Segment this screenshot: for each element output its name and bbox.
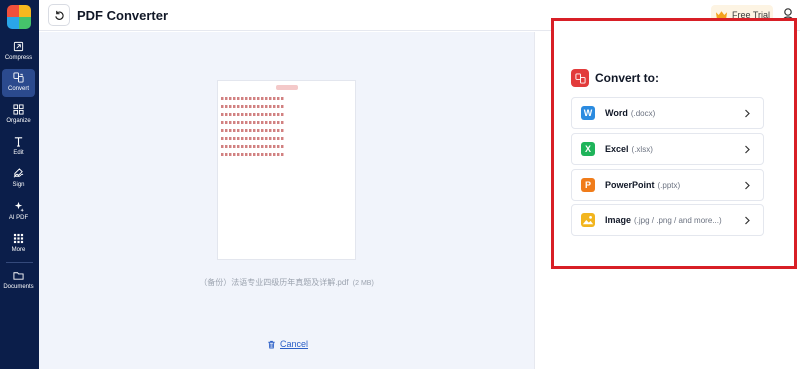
thumbnail-line (221, 137, 285, 140)
convert-option-excel[interactable]: X Excel (.xlsx) (571, 133, 764, 165)
thumbnail-line (221, 113, 285, 116)
convert-heading: Convert to: (571, 69, 659, 87)
option-extension: (.xlsx) (631, 144, 653, 154)
sidebar-item-convert[interactable]: Convert (2, 69, 35, 97)
sidebar-item-label: Compress (4, 55, 33, 61)
sidebar-item-label: Sign (12, 182, 25, 188)
sidebar-item-compress[interactable]: Compress (2, 38, 35, 66)
compress-icon (13, 41, 24, 52)
excel-icon: X (581, 142, 595, 156)
thumbnail-line (221, 145, 285, 148)
back-button[interactable] (48, 4, 70, 26)
sidebar-item-label: Organize (6, 118, 31, 124)
file-info: （备份）法语专业四级历年真题及详解.pdf (2 MB) (39, 277, 534, 288)
convert-badge-icon (571, 69, 589, 87)
organize-icon (13, 104, 24, 115)
chevron-right-icon (745, 216, 750, 225)
sidebar-item-label: Documents (3, 284, 34, 290)
chevron-right-icon (745, 181, 750, 190)
sidebar-item-organize[interactable]: Organize (2, 101, 35, 129)
thumbnail-line (221, 105, 285, 108)
sidebar-item-label: AI PDF (8, 215, 29, 221)
thumbnail-heading (276, 85, 298, 90)
sidebar-item-more[interactable]: More (2, 230, 35, 258)
sidebar-item-label: More (11, 247, 26, 253)
image-icon (581, 213, 595, 227)
folder-icon (13, 272, 24, 280)
option-extension: (.jpg / .png / and more...) (634, 215, 722, 225)
edit-icon (14, 137, 23, 147)
option-name: PowerPoint (605, 180, 655, 190)
convert-icon (13, 72, 24, 83)
option-name: Image (605, 215, 632, 225)
cancel-label: Cancel (280, 339, 309, 349)
sidebar-item-sign[interactable]: Sign (2, 165, 35, 193)
panel-divider (534, 32, 535, 369)
app-window: Compress Convert Organize Edit Sign AI P… (0, 0, 800, 369)
convert-option-image[interactable]: Image (.jpg / .png / and more...) (571, 204, 764, 236)
chevron-right-icon (745, 109, 750, 118)
convert-option-word[interactable]: W Word (.docx) (571, 97, 764, 129)
cancel-button[interactable]: Cancel (267, 339, 308, 349)
sidebar-item-label: Convert (7, 86, 29, 92)
thumbnail-line (221, 97, 285, 100)
option-name: Word (605, 108, 628, 118)
convert-heading-label: Convert to: (595, 71, 659, 85)
option-extension: (.pptx) (657, 180, 681, 190)
preview-area: （备份）法语专业四级历年真题及详解.pdf (2 MB) Cancel (39, 32, 534, 369)
file-name: （备份）法语专业四级历年真题及详解.pdf (199, 278, 349, 287)
sidebar-item-edit[interactable]: Edit (2, 133, 35, 161)
option-name: Excel (605, 144, 629, 154)
sidebar-item-ai-pdf[interactable]: AI PDF (2, 198, 35, 226)
sidebar-divider (6, 262, 33, 263)
app-logo[interactable] (7, 5, 31, 29)
sidebar-item-label: Edit (13, 150, 24, 156)
chevron-right-icon (745, 145, 750, 154)
convert-option-powerpoint[interactable]: P PowerPoint (.pptx) (571, 169, 764, 201)
file-size: (2 MB) (352, 280, 374, 287)
powerpoint-icon: P (581, 178, 595, 192)
undo-icon (54, 10, 64, 20)
page-title: PDF Converter (77, 8, 169, 23)
thumbnail-line (221, 129, 285, 132)
pdf-page-thumbnail (217, 80, 356, 260)
convert-panel: Convert to: W Word (.docx) X Excel (.xls… (551, 18, 797, 269)
grid-icon (13, 233, 24, 244)
ai-sparkle-icon (14, 201, 24, 212)
thumbnail-line (221, 121, 285, 124)
sidebar-item-documents[interactable]: Documents (2, 267, 35, 295)
thumbnail-line (221, 153, 285, 156)
word-icon: W (581, 106, 595, 120)
sign-icon (13, 168, 24, 178)
option-extension: (.docx) (630, 108, 656, 118)
trash-icon (268, 340, 275, 349)
sidebar: Compress Convert Organize Edit Sign AI P… (0, 0, 39, 369)
